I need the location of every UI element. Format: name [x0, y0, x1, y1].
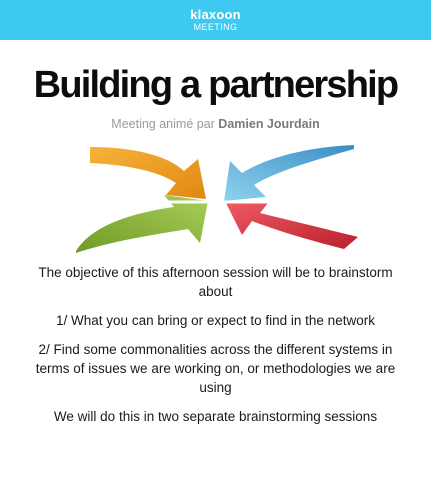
red-arrow — [225, 203, 358, 249]
byline-prefix: Meeting animé par — [111, 117, 215, 131]
meeting-title: Building a partnership — [33, 64, 399, 106]
converging-arrows-icon — [71, 145, 360, 253]
meeting-byline: Meeting animé par Damien Jourdain — [0, 117, 431, 131]
app-header: klaxoon MEETING — [0, 0, 431, 40]
description-paragraph: 1/ What you can bring or expect to find … — [56, 313, 375, 328]
meeting-description: The objective of this afternoon session … — [22, 263, 409, 426]
product-label: MEETING — [193, 22, 238, 32]
orange-arrow — [89, 147, 206, 199]
description-paragraph: We will do this in two separate brainsto… — [53, 409, 378, 424]
brand-logo: klaxoon — [190, 7, 241, 22]
description-paragraph: The objective of this afternoon session … — [38, 265, 393, 299]
green-arrow — [75, 195, 208, 253]
blue-arrow — [223, 145, 354, 201]
description-paragraph: 2/ Find some commonalities across the di… — [35, 342, 396, 395]
host-name: Damien Jourdain — [218, 117, 320, 131]
